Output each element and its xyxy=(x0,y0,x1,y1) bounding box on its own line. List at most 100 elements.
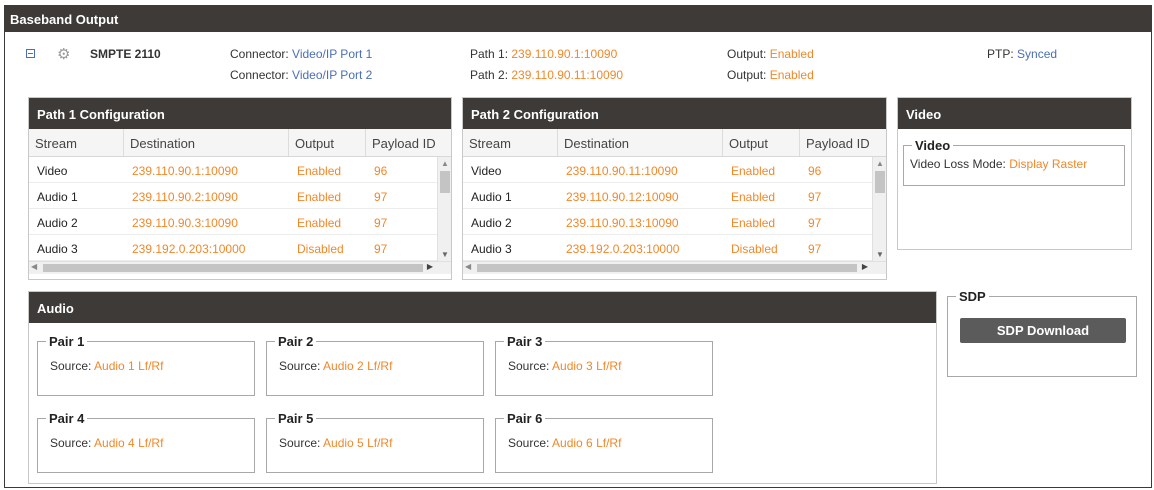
column-header-stream[interactable]: Stream xyxy=(463,129,558,156)
column-header-payload-id[interactable]: Payload ID xyxy=(800,129,886,156)
ptp-status: PTP: Synced xyxy=(987,47,1057,61)
output-cell: Enabled xyxy=(731,190,776,204)
scroll-left-icon[interactable]: ◀ xyxy=(465,262,471,271)
table-row[interactable]: Video 239.110.90.1:10090 Enabled 96 xyxy=(29,157,451,183)
table-row[interactable]: Audio 3 239.192.0.203:10000 Disabled 97 xyxy=(29,235,451,261)
output-label: Output: xyxy=(727,47,767,61)
ptp-value: Synced xyxy=(1017,47,1058,61)
pair-legend: Pair 6 xyxy=(507,411,543,426)
destination-cell: 239.110.90.13:10090 xyxy=(566,216,679,230)
path-2-summary: Path 2: 239.110.90.11:10090 xyxy=(470,68,623,82)
sdp-download-button[interactable]: SDP Download xyxy=(960,318,1126,343)
column-header-destination[interactable]: Destination xyxy=(124,129,289,156)
scroll-down-icon[interactable]: ▼ xyxy=(441,250,449,259)
output-1-summary: Output: Enabled xyxy=(727,47,814,61)
scroll-down-icon[interactable]: ▼ xyxy=(876,250,884,259)
connector-2: Connector: Video/IP Port 2 xyxy=(230,68,372,82)
scroll-left-icon[interactable]: ◀ xyxy=(31,262,37,271)
stream-cell: Video xyxy=(471,164,502,178)
scrollbar-thumb[interactable] xyxy=(43,264,423,272)
scroll-up-icon[interactable]: ▲ xyxy=(876,159,884,168)
table-row[interactable]: Audio 1 239.110.90.2:10090 Enabled 97 xyxy=(29,183,451,209)
panel-title: Baseband Output xyxy=(5,6,1151,32)
column-header-stream[interactable]: Stream xyxy=(29,129,124,156)
destination-cell: 239.192.0.203:10000 xyxy=(566,242,680,256)
source-label: Source: xyxy=(279,359,321,373)
destination-cell: 239.192.0.203:10000 xyxy=(132,242,246,256)
pair-source: Source: Audio 6 Lf/Rf xyxy=(496,426,712,450)
pair-source: Source: Audio 2 Lf/Rf xyxy=(267,349,483,373)
source-value[interactable]: Audio 4 Lf/Rf xyxy=(94,436,163,450)
output-cell: Enabled xyxy=(731,216,776,230)
gear-icon[interactable]: ⚙ xyxy=(57,47,71,62)
scroll-right-icon[interactable]: ▶ xyxy=(862,262,868,271)
payload-id-cell: 97 xyxy=(374,242,388,256)
audio-pair-6: Pair 6 Source: Audio 6 Lf/Rf xyxy=(495,411,713,473)
scrollbar-thumb[interactable] xyxy=(875,171,885,193)
path-2-value: 239.110.90.11:10090 xyxy=(511,68,624,82)
source-label: Source: xyxy=(279,436,321,450)
stream-cell: Audio 1 xyxy=(471,190,512,204)
source-label: Source: xyxy=(508,359,550,373)
vertical-scrollbar[interactable]: ▲ ▼ xyxy=(872,157,886,261)
path-1-value: 239.110.90.1:10090 xyxy=(511,47,618,61)
column-header-destination[interactable]: Destination xyxy=(558,129,723,156)
table-row[interactable]: Audio 1 239.110.90.12:10090 Enabled 97 xyxy=(463,183,886,209)
pair-source: Source: Audio 3 Lf/Rf xyxy=(496,349,712,373)
source-value[interactable]: Audio 6 Lf/Rf xyxy=(552,436,621,450)
table-row[interactable]: Audio 2 239.110.90.13:10090 Enabled 97 xyxy=(463,209,886,235)
scroll-right-icon[interactable]: ▶ xyxy=(427,262,433,271)
output-2-summary: Output: Enabled xyxy=(727,68,814,82)
vertical-scrollbar[interactable]: ▲ ▼ xyxy=(437,157,451,261)
destination-cell: 239.110.90.12:10090 xyxy=(566,190,679,204)
audio-pair-2: Pair 2 Source: Audio 2 Lf/Rf xyxy=(266,334,484,396)
path-2-label: Path 2: xyxy=(470,68,509,82)
source-label: Source: xyxy=(508,436,550,450)
collapse-icon[interactable] xyxy=(26,49,35,58)
audio-panel: Audio Pair 1 Source: Audio 1 Lf/Rf Pair … xyxy=(28,291,937,484)
format-label: SMPTE 2110 xyxy=(90,47,161,61)
pair-legend: Pair 4 xyxy=(49,411,85,426)
output-cell: Disabled xyxy=(731,242,778,256)
payload-id-cell: 97 xyxy=(808,216,822,230)
scrollbar-thumb[interactable] xyxy=(477,264,857,272)
stream-cell: Audio 2 xyxy=(471,216,512,230)
column-header-output[interactable]: Output xyxy=(723,129,800,156)
source-value[interactable]: Audio 1 Lf/Rf xyxy=(94,359,163,373)
scrollbar-thumb[interactable] xyxy=(440,171,450,193)
audio-pair-3: Pair 3 Source: Audio 3 Lf/Rf xyxy=(495,334,713,396)
pair-source: Source: Audio 5 Lf/Rf xyxy=(267,426,483,450)
path-1-table-header: Stream Destination Output Payload ID xyxy=(29,129,451,157)
path-2-table-body: Video 239.110.90.11:10090 Enabled 96 Aud… xyxy=(463,157,886,261)
pair-source: Source: Audio 4 Lf/Rf xyxy=(38,426,254,450)
pair-legend: Pair 2 xyxy=(278,334,314,349)
connector-label: Connector: xyxy=(230,68,289,82)
table-row[interactable]: Video 239.110.90.11:10090 Enabled 96 xyxy=(463,157,886,183)
source-label: Source: xyxy=(50,359,92,373)
audio-pair-1: Pair 1 Source: Audio 1 Lf/Rf xyxy=(37,334,255,396)
video-title: Video xyxy=(898,98,1131,129)
stream-cell: Audio 1 xyxy=(37,190,78,204)
horizontal-scrollbar[interactable]: ◀ ▶ xyxy=(29,261,451,274)
table-row[interactable]: Audio 3 239.192.0.203:10000 Disabled 97 xyxy=(463,235,886,261)
payload-id-cell: 97 xyxy=(374,216,388,230)
stream-cell: Video xyxy=(37,164,68,178)
connector-1: Connector: Video/IP Port 1 xyxy=(230,47,372,61)
column-header-payload-id[interactable]: Payload ID xyxy=(366,129,451,156)
column-header-output[interactable]: Output xyxy=(289,129,366,156)
video-panel: Video Video Video Loss Mode: Display Ras… xyxy=(897,97,1132,250)
path-2-table-header: Stream Destination Output Payload ID xyxy=(463,129,886,157)
table-row[interactable]: Audio 2 239.110.90.3:10090 Enabled 97 xyxy=(29,209,451,235)
pair-legend: Pair 3 xyxy=(507,334,543,349)
scroll-up-icon[interactable]: ▲ xyxy=(441,159,449,168)
horizontal-scrollbar[interactable]: ◀ ▶ xyxy=(463,261,886,274)
source-value[interactable]: Audio 2 Lf/Rf xyxy=(323,359,392,373)
sdp-fieldset: SDP SDP Download xyxy=(947,289,1137,377)
pair-legend: Pair 1 xyxy=(49,334,85,349)
source-value[interactable]: Audio 5 Lf/Rf xyxy=(323,436,392,450)
destination-cell: 239.110.90.2:10090 xyxy=(132,190,238,204)
video-loss-mode-value[interactable]: Display Raster xyxy=(1009,157,1087,171)
source-value[interactable]: Audio 3 Lf/Rf xyxy=(552,359,621,373)
output-cell: Enabled xyxy=(297,190,342,204)
audio-pair-5: Pair 5 Source: Audio 5 Lf/Rf xyxy=(266,411,484,473)
